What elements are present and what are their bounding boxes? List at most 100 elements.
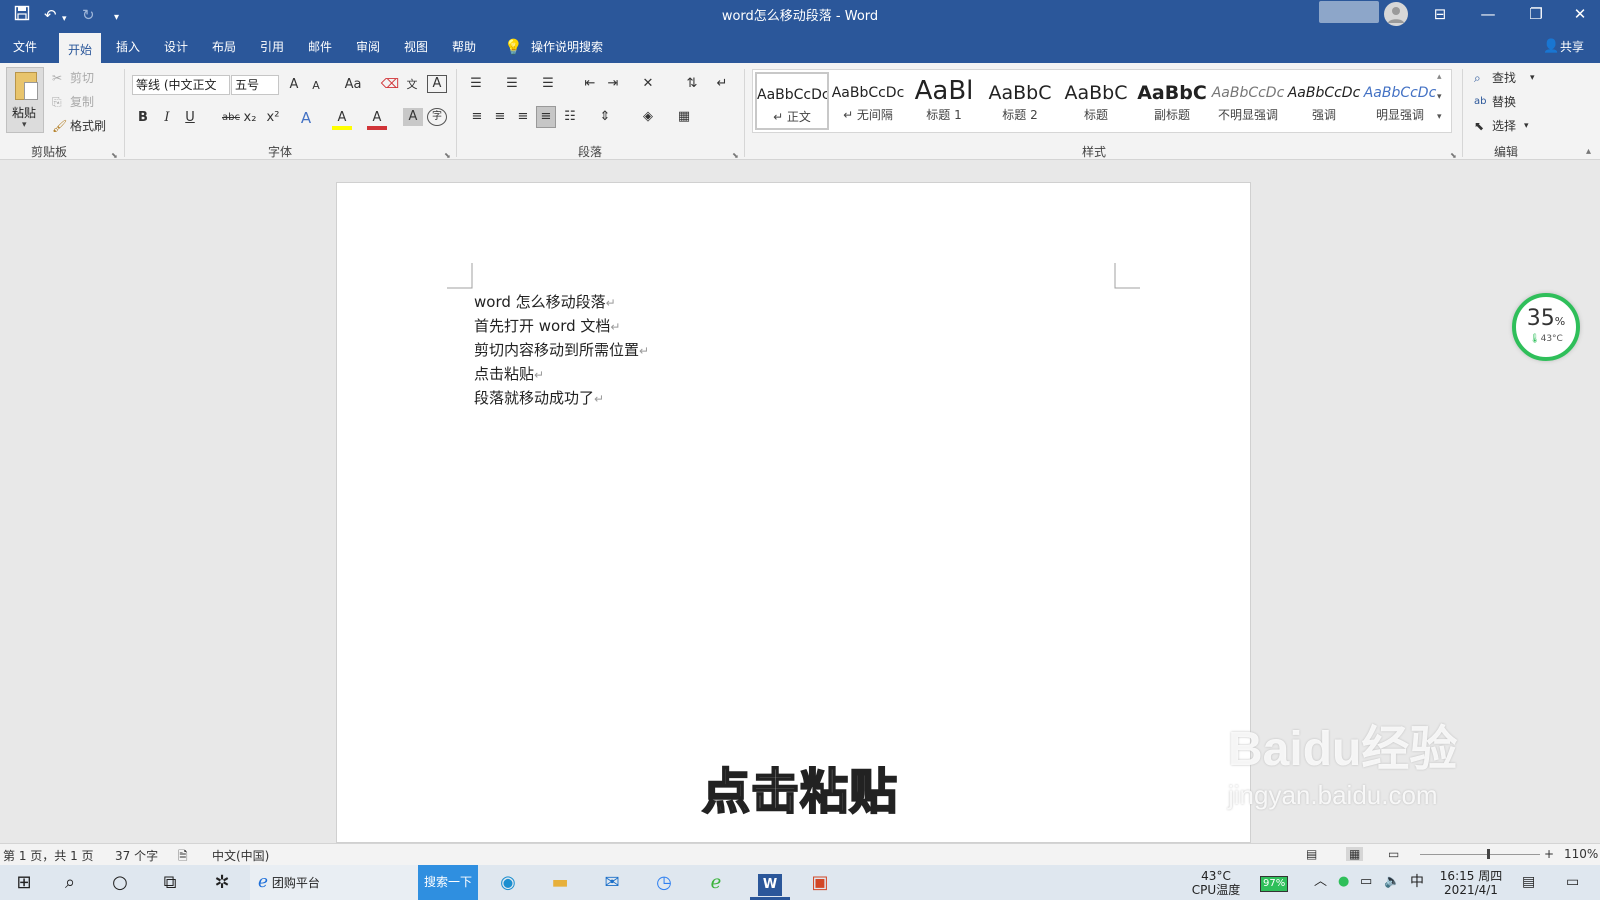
underline-icon[interactable]: U (180, 108, 200, 128)
font-color-icon[interactable]: A (367, 108, 387, 130)
battery-icon[interactable]: ▭ (1360, 875, 1372, 889)
italic-icon[interactable]: I (157, 108, 177, 128)
close-icon[interactable]: ✕ (1562, 2, 1598, 26)
decrease-indent-icon[interactable]: ⇤ (580, 74, 600, 94)
style-emphasis[interactable]: AaBbCcDc 强调 (1287, 72, 1361, 130)
phonetic-guide-icon[interactable]: 文 (402, 75, 422, 95)
app-icon[interactable]: ✲ (204, 865, 240, 900)
mail-icon[interactable]: ✉ (594, 865, 630, 900)
align-right-icon[interactable]: ≡ (513, 107, 533, 127)
read-mode-icon[interactable]: ▤ (1306, 847, 1317, 861)
format-painter-button[interactable]: 格式刷 (70, 117, 106, 135)
tab-home[interactable]: 开始 (59, 33, 102, 63)
clock[interactable]: 16:15 周四 2021/4/1 (1434, 869, 1508, 897)
paste-button[interactable]: 粘贴 ▾ (6, 67, 44, 133)
tab-insert[interactable]: 插入 (116, 37, 140, 57)
tab-help[interactable]: 帮助 (452, 37, 476, 57)
document-page[interactable]: word 怎么移动段落↵ 首先打开 word 文档↵ 剪切内容移动到所需位置↵ … (336, 182, 1251, 843)
change-case-icon[interactable]: Aa (340, 75, 366, 95)
superscript-icon[interactable]: x² (263, 108, 283, 128)
asian-layout-icon[interactable]: ✕ (638, 74, 658, 94)
grow-font-icon[interactable]: A (284, 75, 304, 95)
language[interactable]: 中文(中国) (212, 847, 269, 864)
style-heading-1[interactable]: AaBl 标题 1 (907, 72, 981, 130)
zoom-slider-thumb[interactable] (1487, 849, 1490, 859)
highlight-icon[interactable]: A (332, 108, 352, 130)
file-explorer-icon[interactable]: ▬ (542, 865, 578, 900)
align-left-icon[interactable]: ≡ (467, 107, 487, 127)
input-method-indicator[interactable]: 中 (1410, 875, 1424, 889)
tab-layout[interactable]: 布局 (212, 37, 236, 57)
tab-view[interactable]: 视图 (404, 37, 428, 57)
tab-review[interactable]: 审阅 (356, 37, 380, 57)
font-size-select[interactable]: 五号 (231, 75, 279, 95)
text-effects-icon[interactable]: A (296, 108, 316, 128)
multilevel-list-icon[interactable]: ☰ (538, 74, 558, 94)
style-subtitle[interactable]: AaBbC 副标题 (1135, 72, 1209, 130)
powerpoint-icon[interactable]: ▣ (802, 865, 838, 900)
style-normal[interactable]: AaBbCcDc ↵ 正文 (755, 72, 829, 130)
style-title[interactable]: AaBbC 标题 (1059, 72, 1133, 130)
web-layout-icon[interactable]: ▭ (1388, 847, 1399, 861)
clock-app-icon[interactable]: ◷ (646, 865, 682, 900)
zoom-slider[interactable] (1420, 854, 1540, 855)
lightbulb-icon[interactable]: 💡 (504, 37, 523, 57)
character-shading-icon[interactable]: A (403, 108, 423, 126)
enclose-characters-icon[interactable]: 字 (427, 108, 447, 126)
notes-icon[interactable]: ▤ (1522, 875, 1535, 889)
style-intense-emphasis[interactable]: AaBbCcDc 明显强调 (1363, 72, 1437, 130)
browser-search-box[interactable]: ℯ 团购平台 (250, 865, 418, 900)
show-marks-icon[interactable]: ↵ (712, 74, 732, 94)
align-center-icon[interactable]: ≡ (490, 107, 510, 127)
gallery-up-icon[interactable]: ▴ (1437, 72, 1442, 82)
distributed-icon[interactable]: ☷ (560, 107, 580, 127)
zoom-level[interactable]: 110% (1564, 847, 1598, 861)
show-hidden-icons-icon[interactable]: ︿ (1314, 875, 1327, 889)
browser-icon[interactable]: ℯ (698, 865, 734, 900)
select-button[interactable]: 选择 (1492, 117, 1516, 135)
paragraph-line[interactable]: 段落就移动成功了↵ (474, 387, 604, 410)
style-heading-2[interactable]: AaBbC 标题 2 (983, 72, 1057, 130)
paragraph-line[interactable]: 点击粘贴↵ (474, 363, 544, 386)
numbering-icon[interactable]: ☰ (502, 74, 522, 94)
collapse-ribbon-icon[interactable]: ▴ (1586, 143, 1591, 161)
bullets-icon[interactable]: ☰ (466, 74, 486, 94)
copy-button[interactable]: 复制 (70, 93, 94, 111)
paragraph-line[interactable]: 首先打开 word 文档↵ (474, 315, 620, 338)
tell-me-search[interactable]: 操作说明搜索 (531, 37, 603, 57)
word-count[interactable]: 37 个字 (115, 847, 158, 864)
style-no-spacing[interactable]: AaBbCcDc ↵ 无间隔 (831, 72, 905, 130)
print-layout-icon[interactable]: ▦ (1346, 847, 1364, 861)
share-button[interactable]: 共享 (1560, 37, 1584, 57)
cortana-icon[interactable]: ○ (102, 865, 138, 900)
line-spacing-icon[interactable]: ⇕ (595, 107, 615, 127)
edge-icon[interactable]: ◉ (490, 865, 526, 900)
ribbon-display-icon[interactable]: ⊟ (1422, 2, 1458, 26)
find-dropdown-icon[interactable]: ▾ (1530, 69, 1535, 87)
restore-icon[interactable]: ❐ (1518, 2, 1554, 26)
borders-icon[interactable]: ▦ (674, 107, 694, 127)
battery-indicator[interactable]: 97% (1260, 876, 1289, 892)
cut-button[interactable]: 剪切 (70, 69, 94, 87)
task-view-icon[interactable]: ⧉ (152, 865, 188, 900)
clear-formatting-icon[interactable]: ⌫ (380, 75, 400, 95)
search-go-button[interactable]: 搜索一下 (418, 865, 478, 900)
shading-icon[interactable]: ◈ (638, 107, 658, 127)
tab-references[interactable]: 引用 (260, 37, 284, 57)
find-button[interactable]: 查找 (1492, 69, 1516, 87)
windows-start-icon[interactable]: ⊞ (6, 865, 42, 900)
bold-icon[interactable]: B (133, 108, 153, 128)
sort-icon[interactable]: ⇅ (682, 74, 702, 94)
minimize-icon[interactable]: — (1470, 2, 1506, 26)
gallery-down-icon[interactable]: ▾ (1437, 92, 1442, 102)
avatar[interactable] (1384, 2, 1408, 26)
select-dropdown-icon[interactable]: ▾ (1524, 117, 1529, 135)
font-name-select[interactable]: 等线 (中文正文 (132, 75, 230, 95)
gallery-more-icon[interactable]: ▾ (1437, 112, 1442, 122)
network-icon[interactable]: ● (1338, 875, 1349, 889)
justify-icon[interactable]: ≡ (536, 106, 556, 128)
increase-indent-icon[interactable]: ⇥ (603, 74, 623, 94)
page-count[interactable]: 第 1 页，共 1 页 (3, 847, 94, 864)
subscript-icon[interactable]: x₂ (240, 108, 260, 128)
word-taskbar-icon[interactable]: W (750, 865, 790, 900)
